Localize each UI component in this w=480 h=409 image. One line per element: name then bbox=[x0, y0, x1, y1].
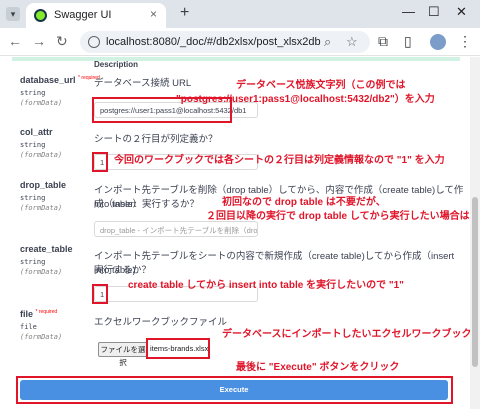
param-in: (formData) bbox=[20, 268, 63, 276]
param-type: string bbox=[20, 258, 46, 266]
annotation-database-url-2: "postgres://user1:pass1@localhost:5432/d… bbox=[176, 94, 435, 105]
param-in: (formData) bbox=[20, 333, 63, 341]
tab-list-icon[interactable]: ▾ bbox=[6, 7, 20, 21]
param-type: file bbox=[20, 323, 37, 331]
close-icon[interactable]: × bbox=[150, 7, 157, 21]
forward-icon[interactable]: → bbox=[32, 33, 46, 49]
annotation-drop-table-1: 初回なので drop table は不要だが、 bbox=[222, 197, 386, 208]
param-name-text: file bbox=[20, 309, 34, 319]
param-type: string bbox=[20, 89, 46, 97]
menu-dots-icon[interactable]: ⋮ bbox=[458, 33, 472, 50]
required-label: * required bbox=[35, 309, 58, 315]
sidebar-icon[interactable]: ▯ bbox=[404, 33, 412, 50]
site-info-icon[interactable] bbox=[88, 36, 100, 48]
highlight-box-file bbox=[146, 338, 210, 359]
param-in: (formData) bbox=[20, 204, 63, 212]
param-description-create-table-2: 実行するか？ bbox=[94, 265, 152, 276]
profile-avatar[interactable] bbox=[430, 34, 446, 50]
choose-file-button[interactable]: ファイルを選択 bbox=[98, 342, 148, 367]
param-description-file: エクセルワークブックファイル bbox=[94, 317, 228, 328]
param-description-drop-table-2: into table）実行するか？ bbox=[94, 199, 200, 210]
swagger-page: Description database_url * required stri… bbox=[0, 57, 470, 409]
param-name-database-url: database_url * required bbox=[20, 75, 100, 85]
param-name-col-attr: col_attr bbox=[20, 127, 53, 137]
description-column-header: Description bbox=[94, 60, 139, 69]
zoom-icon[interactable]: ⌕ bbox=[324, 34, 331, 50]
highlight-box-col-attr bbox=[92, 152, 108, 172]
tab-title: Swagger UI bbox=[54, 9, 112, 21]
param-type: string bbox=[20, 141, 46, 149]
param-description-database-url: データベース接続 URL bbox=[94, 78, 192, 89]
extensions-icon[interactable]: ⧉ bbox=[378, 33, 388, 50]
reload-icon[interactable]: ↻ bbox=[56, 33, 68, 50]
bookmark-star-icon[interactable]: ☆ bbox=[346, 34, 358, 50]
new-tab-icon[interactable]: + bbox=[180, 4, 189, 22]
close-window-button[interactable]: ✕ bbox=[456, 4, 467, 20]
annotation-database-url-1: データベース悦族文字列（この例では bbox=[236, 80, 406, 91]
title-bar: ▾ Swagger UI × + — ☐ ✕ bbox=[0, 0, 480, 28]
operation-block-border bbox=[12, 57, 460, 61]
url-text[interactable]: localhost:8080/_doc/#/db2xlsx/post_xlsx2… bbox=[106, 36, 321, 48]
param-in: (formData) bbox=[20, 99, 63, 107]
drop-table-input[interactable]: drop_table - インポート先テーブルを削除（drop table） bbox=[94, 221, 258, 237]
param-name-text: database_url bbox=[20, 75, 76, 85]
param-description-col-attr: シートの２行目が列定義か？ bbox=[94, 134, 218, 145]
param-name-create-table: create_table bbox=[20, 244, 73, 254]
param-name-drop-table: drop_table bbox=[20, 180, 67, 190]
tab-swagger-ui[interactable]: Swagger UI × bbox=[26, 3, 166, 28]
scrollbar-thumb[interactable] bbox=[472, 197, 478, 367]
swagger-favicon bbox=[34, 9, 47, 22]
address-bar[interactable]: localhost:8080/_doc/#/db2xlsx/post_xlsx2… bbox=[80, 31, 370, 53]
param-type: string bbox=[20, 194, 46, 202]
annotation-drop-table-2: ２回目以降の実行で drop table してから実行したい場合は "1" bbox=[206, 211, 470, 222]
minimize-button[interactable]: — bbox=[402, 4, 415, 19]
annotation-col-attr: 今回のワークブックでは各シートの２行目は列定義情報なので "1" を入力 bbox=[114, 155, 445, 166]
back-icon[interactable]: ← bbox=[8, 33, 22, 49]
vertical-scrollbar[interactable] bbox=[470, 57, 480, 409]
param-in: (formData) bbox=[20, 151, 63, 159]
highlight-box-execute bbox=[16, 376, 453, 404]
annotation-execute: 最後に "Execute" ボタンをクリック bbox=[236, 362, 400, 373]
highlight-box-create-table bbox=[92, 284, 108, 304]
annotation-file: データベースにインポートしたいエクセルワークブックファイルを指定 bbox=[222, 329, 470, 340]
annotation-create-table: create table してから insert into table を実行し… bbox=[128, 280, 404, 291]
param-name-file: file * required bbox=[20, 309, 57, 319]
maximize-button[interactable]: ☐ bbox=[428, 4, 440, 20]
